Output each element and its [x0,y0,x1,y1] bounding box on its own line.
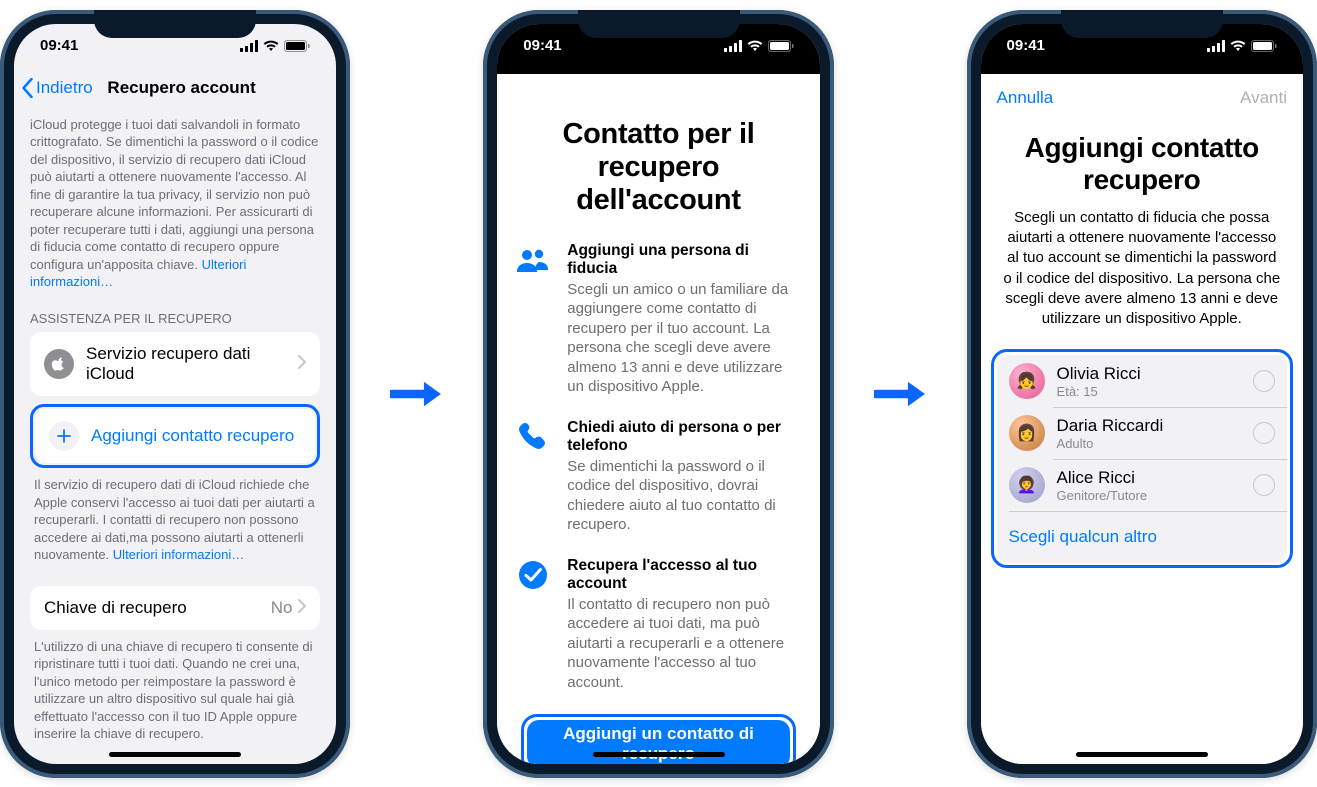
screen-1: 09:41 Indietro Recupero account iCloud p… [14,24,336,764]
apple-icon [44,349,74,379]
chevron-right-icon [298,354,306,374]
chevron-left-icon [22,78,34,98]
feature3-title: Recupera l'accesso al tuo account [567,557,801,593]
sheet3-title: Aggiungi contatto recupero [1009,132,1275,196]
screen-3: 09:41 Annulla Avanti Aggiungi contatto r… [981,24,1303,764]
feature1-desc: Scegli un amico o un familiare da aggiun… [567,280,801,397]
icloud-recovery-label: Servizio recupero dati iCloud [86,344,298,384]
wifi-icon [1230,40,1246,52]
contact-name: Alice Ricci [1057,468,1253,488]
feature-recover: Recupera l'accesso al tuo account Il con… [515,557,801,693]
nav-bar: Indietro Recupero account [14,68,336,110]
highlight-contacts: 👧 Olivia Ricci Età: 15 👩 Daria Riccardi … [991,349,1293,568]
sheet-nav: Annulla Avanti [981,74,1303,122]
phone-3: 09:41 Annulla Avanti Aggiungi contatto r… [967,10,1317,778]
contacts-list: 👧 Olivia Ricci Età: 15 👩 Daria Riccardi … [997,355,1287,562]
settings-body: iCloud protegge i tuoi dati salvandoli i… [14,110,336,291]
footnote-1: Il servizio di recupero dati di iCloud r… [34,476,316,564]
cellular-icon [1207,40,1225,52]
status-time: 09:41 [40,37,78,54]
recovery-key-cell[interactable]: Chiave di recupero No [30,586,320,630]
contact-sub: Adulto [1057,436,1253,451]
plus-icon [49,421,79,451]
contact-sub: Età: 15 [1057,384,1253,399]
footnote1-link[interactable]: Ulteriori informazioni… [113,547,244,562]
intro-text: iCloud protegge i tuoi dati salvandoli i… [30,116,320,291]
add-recovery-contact-cell[interactable]: Aggiungi contatto recupero [35,409,315,463]
choose-someone-else[interactable]: Scegli qualcun altro [997,511,1287,562]
phone-icon [515,419,551,455]
nav-title: Recupero account [35,78,329,98]
cellular-icon [724,40,742,52]
recovery-key-label: Chiave di recupero [44,598,271,618]
notch [94,10,256,38]
wifi-icon [263,40,279,52]
notch [1061,10,1223,38]
arrow-2 [874,378,927,410]
add-contact-group: Aggiungi contatto recupero [35,409,315,463]
status-time: 09:41 [523,37,561,54]
screen-2: 09:41 Contatto per il recupero dell'acco… [497,24,819,764]
section-header-recovery: ASSISTENZA PER IL RECUPERO [30,311,336,326]
recovery-cell-group: Servizio recupero dati iCloud [30,332,320,396]
contact-sub: Genitore/Tutore [1057,488,1253,503]
sheet-3: Annulla Avanti Aggiungi contatto recuper… [981,74,1303,764]
avatar: 👩‍🦱 [1009,467,1045,503]
sheet-2: Contatto per il recupero dell'account Ag… [497,74,819,764]
feature1-title: Aggiungi una persona di fiducia [567,242,801,278]
contact-row-2[interactable]: 👩‍🦱 Alice Ricci Genitore/Tutore [997,459,1287,511]
check-circle-icon [515,557,551,593]
contact-name: Olivia Ricci [1057,364,1253,384]
radio-unchecked[interactable] [1253,474,1275,496]
icloud-recovery-cell[interactable]: Servizio recupero dati iCloud [30,332,320,396]
phone-1: 09:41 Indietro Recupero account iCloud p… [0,10,350,778]
highlight-add-contact: Aggiungi contatto recupero [30,404,320,468]
contact-row-1[interactable]: 👩 Daria Riccardi Adulto [997,407,1287,459]
status-icons [724,40,794,52]
arrow-1 [390,378,443,410]
feature-trusted: Aggiungi una persona di fiducia Scegli u… [515,242,801,397]
sheet2-inner: Contatto per il recupero dell'account Ag… [497,74,819,764]
status-icons [1207,40,1277,52]
feature-phone: Chiedi aiuto di persona o per telefono S… [515,419,801,535]
recovery-key-value: No [271,598,293,618]
avatar: 👩 [1009,415,1045,451]
sheet3-desc: Scegli un contatto di fiducia che possa … [1003,208,1281,330]
footnote-2: L'utilizzo di una chiave di recupero ti … [34,638,316,743]
sheet2-title: Contatto per il recupero dell'account [525,118,791,218]
home-indicator [593,752,725,757]
feature3-desc: Il contatto di recupero non può accedere… [567,595,801,693]
battery-icon [768,40,794,52]
contact-name: Daria Riccardi [1057,416,1253,436]
home-indicator [1076,752,1208,757]
home-indicator [109,752,241,757]
status-icons [240,40,310,52]
contact-row-0[interactable]: 👧 Olivia Ricci Età: 15 [997,355,1287,407]
phone-2: 09:41 Contatto per il recupero dell'acco… [483,10,833,778]
add-recovery-contact-button[interactable]: Aggiungi un contatto di recupero [527,720,789,763]
status-time: 09:41 [1007,37,1045,54]
cellular-icon [240,40,258,52]
next-button[interactable]: Avanti [1240,88,1287,108]
recovery-key-group: Chiave di recupero No [30,586,320,630]
add-contact-label: Aggiungi contatto recupero [91,426,294,446]
wifi-icon [747,40,763,52]
avatar: 👧 [1009,363,1045,399]
chevron-right-icon [298,598,306,618]
radio-unchecked[interactable] [1253,422,1275,444]
radio-unchecked[interactable] [1253,370,1275,392]
battery-icon [284,40,310,52]
notch [578,10,740,38]
choose-other-label: Scegli qualcun altro [1009,527,1157,547]
people-icon [515,242,551,278]
feature2-desc: Se dimentichi la password o il codice de… [567,457,801,535]
battery-icon [1251,40,1277,52]
feature2-title: Chiedi aiuto di persona o per telefono [567,419,801,455]
cancel-button[interactable]: Annulla [997,88,1054,108]
content-1: Indietro Recupero account iCloud protegg… [14,68,336,764]
